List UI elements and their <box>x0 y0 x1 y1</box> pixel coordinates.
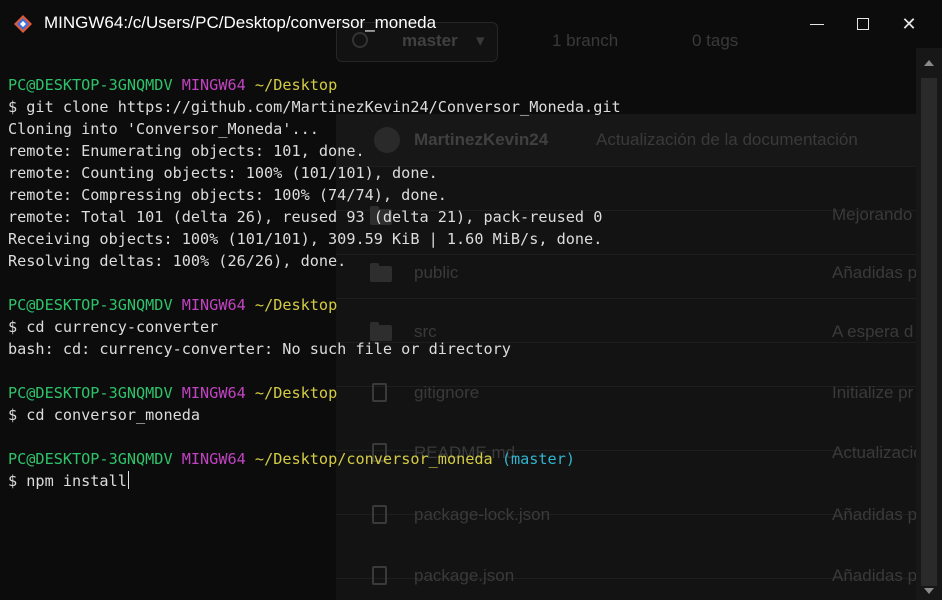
output-line: Cloning into 'Conversor_Moneda'... <box>8 120 319 138</box>
terminal-output[interactable]: PC@DESKTOP-3GNQMDV MINGW64 ~/Desktop $ g… <box>8 74 914 492</box>
prompt-path: ~/Desktop/conversor_moneda <box>254 450 493 468</box>
command-text: $ npm install <box>8 472 127 490</box>
maximize-icon <box>857 18 869 30</box>
output-line: remote: Counting objects: 100% (101/101)… <box>8 164 438 182</box>
maximize-button[interactable] <box>840 0 886 48</box>
close-icon: ✕ <box>901 13 917 35</box>
command-line: $ cd currency-converter <box>8 318 219 336</box>
prompt-line: PC@DESKTOP-3GNQMDV MINGW64 ~/Desktop <box>8 74 914 96</box>
prompt-user: PC@DESKTOP-3GNQMDV <box>8 296 173 314</box>
command-line: $ cd conversor_moneda <box>8 406 201 424</box>
prompt-host: MINGW64 <box>181 296 246 314</box>
title-bar[interactable]: MINGW64:/c/Users/PC/Desktop/conversor_mo… <box>0 0 942 48</box>
output-line: Receiving objects: 100% (101/101), 309.5… <box>8 230 603 248</box>
active-command-line[interactable]: $ npm install <box>8 470 914 492</box>
prompt-path: ~/Desktop <box>254 384 338 402</box>
output-line: Resolving deltas: 100% (26/26), done. <box>8 252 347 270</box>
scroll-down-icon[interactable] <box>924 588 934 594</box>
file-icon <box>372 566 387 585</box>
output-line: remote: Total 101 (delta 26), reused 93 … <box>8 208 603 226</box>
prompt-line: PC@DESKTOP-3GNQMDV MINGW64 ~/Desktop/con… <box>8 448 914 470</box>
window-title: MINGW64:/c/Users/PC/Desktop/conversor_mo… <box>44 13 437 32</box>
bg-file-name: package.json <box>414 566 515 585</box>
close-button[interactable]: ✕ <box>886 0 932 48</box>
file-icon <box>372 505 387 524</box>
output-line: bash: cd: currency-converter: No such fi… <box>8 340 511 358</box>
bg-file-message: Añadidas p <box>832 566 918 585</box>
minimize-icon <box>810 23 824 25</box>
prompt-host: MINGW64 <box>181 450 246 468</box>
prompt-user: PC@DESKTOP-3GNQMDV <box>8 76 173 94</box>
prompt-user: PC@DESKTOP-3GNQMDV <box>8 450 173 468</box>
scrollbar-thumb[interactable] <box>921 78 937 586</box>
prompt-line: PC@DESKTOP-3GNQMDV MINGW64 ~/Desktop <box>8 382 914 404</box>
git-bash-icon <box>14 15 32 33</box>
prompt-path: ~/Desktop <box>254 76 338 94</box>
scroll-up-icon[interactable] <box>924 60 934 66</box>
output-line: remote: Compressing objects: 100% (74/74… <box>8 186 447 204</box>
terminal-window[interactable]: master ▾ 1 branch 0 tags MartinezKevin24… <box>0 0 942 600</box>
command-line: $ git clone https://github.com/MartinezK… <box>8 98 621 116</box>
prompt-line: PC@DESKTOP-3GNQMDV MINGW64 ~/Desktop <box>8 294 914 316</box>
text-cursor <box>127 471 129 489</box>
prompt-host: MINGW64 <box>181 76 246 94</box>
bg-file-message: Añadidas p <box>832 505 918 524</box>
output-line: remote: Enumerating objects: 101, done. <box>8 142 365 160</box>
prompt-branch: (master) <box>501 450 575 468</box>
prompt-user: PC@DESKTOP-3GNQMDV <box>8 384 173 402</box>
bg-file-name: package-lock.json <box>414 505 551 524</box>
minimize-button[interactable] <box>794 0 840 48</box>
prompt-host: MINGW64 <box>181 384 246 402</box>
prompt-path: ~/Desktop <box>254 296 338 314</box>
